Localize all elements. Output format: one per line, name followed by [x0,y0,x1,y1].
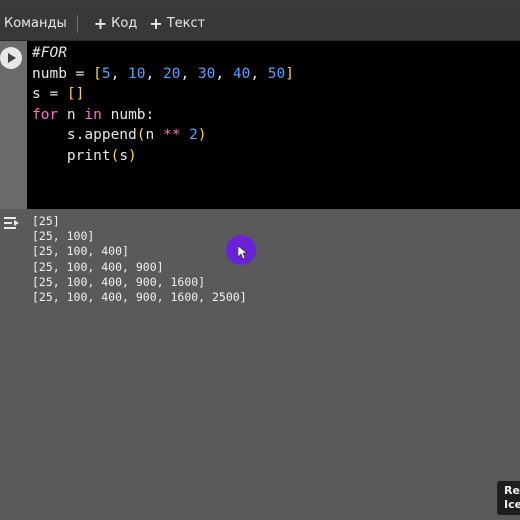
toast-line: Ice [504,498,520,511]
cell-output: [25] [25, 100] [25, 100, 400] [25, 100, … [32,214,247,305]
code-line: for n in numb: [32,106,155,123]
code-line: numb = [5, 10, 20, 30, 40, 50] [32,65,294,82]
code-cell[interactable]: #FOR numb = [5, 10, 20, 30, 40, 50] s = … [0,41,520,209]
output-line: [25, 100, 400, 900] [32,259,164,274]
code-line: print(s) [32,147,137,164]
cell-gutter [0,41,27,209]
add-text-label: Текст [166,16,206,31]
commands-label: Команды [4,16,67,31]
notification-toast[interactable]: Re Ice [497,481,520,515]
toolbar-divider [76,14,78,33]
plus-icon: + [93,13,108,33]
add-code-button[interactable]: + Код [88,7,144,40]
notebook-toolbar: Команды + Код + Текст [0,7,520,41]
output-line: [25, 100, 400, 900, 1600, 2500] [32,290,247,305]
mouse-cursor-icon [238,246,248,260]
output-menu-icon[interactable] [3,216,21,230]
commands-button[interactable]: Команды [0,7,77,40]
code-line: #FOR [32,45,67,61]
plus-icon: + [149,13,163,33]
menu-bar [0,0,520,7]
output-line: [25, 100] [32,229,95,244]
output-line: [25] [32,214,60,228]
run-cell-button[interactable] [0,47,22,69]
add-code-label: Код [111,16,138,31]
code-line: s = [] [32,86,85,102]
code-line: s.append(n ** 2) [32,127,207,143]
add-text-button[interactable]: + Текст [143,7,211,40]
code-editor[interactable]: #FOR numb = [5, 10, 20, 30, 40, 50] s = … [32,43,294,166]
output-line: [25, 100, 400] [32,244,129,259]
output-line: [25, 100, 400, 900, 1600] [32,274,206,289]
toast-line: Re [504,484,520,497]
